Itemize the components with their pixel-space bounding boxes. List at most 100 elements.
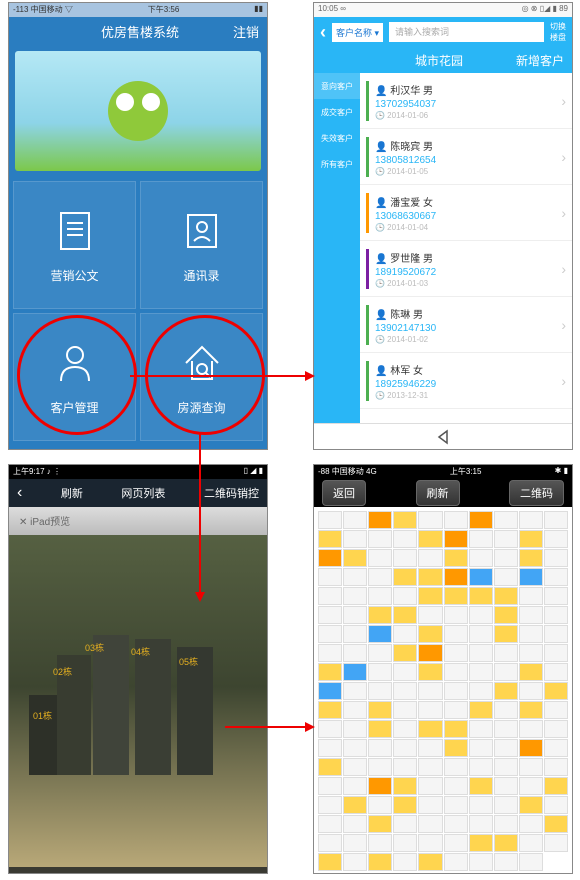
sidebar-item-invalid[interactable]: 失效客户 [314,125,360,151]
unit-cell[interactable] [368,834,392,852]
unit-cell[interactable] [544,568,568,586]
unit-cell[interactable] [444,815,468,833]
unit-cell[interactable] [469,853,493,871]
unit-cell[interactable] [368,625,392,643]
unit-cell[interactable] [343,625,367,643]
qr-button[interactable]: 二维码 [509,480,564,506]
unit-cell[interactable] [343,682,367,700]
unit-cell[interactable] [343,644,367,662]
unit-cell[interactable] [494,606,518,624]
unit-cell[interactable] [519,644,543,662]
unit-cell[interactable] [519,758,543,776]
unit-cell[interactable] [418,701,442,719]
unit-cell[interactable] [519,530,543,548]
unit-cell[interactable] [519,701,543,719]
back-button[interactable]: ‹ [17,484,22,502]
unit-cell[interactable] [494,663,518,681]
unit-cell[interactable] [444,758,468,776]
unit-cell[interactable] [494,644,518,662]
building-label[interactable]: 04栋 [131,645,150,658]
unit-cell[interactable] [469,758,493,776]
unit-cell[interactable] [469,739,493,757]
unit-cell[interactable] [393,796,417,814]
unit-cell[interactable] [393,682,417,700]
unit-cell[interactable] [544,663,568,681]
unit-cell[interactable] [343,701,367,719]
unit-grid[interactable] [314,507,572,874]
refresh-button[interactable]: 刷新 [416,480,460,506]
unit-cell[interactable] [393,568,417,586]
unit-cell[interactable] [444,682,468,700]
building-label[interactable]: 02栋 [53,665,72,678]
unit-cell[interactable] [368,682,392,700]
unit-cell[interactable] [418,834,442,852]
back-button[interactable]: ‹ [320,22,326,43]
unit-cell[interactable] [368,701,392,719]
unit-cell[interactable] [343,815,367,833]
unit-cell[interactable] [418,720,442,738]
list-button[interactable]: 网页列表 [121,485,165,501]
unit-cell[interactable] [544,720,568,738]
unit-cell[interactable] [368,739,392,757]
unit-cell[interactable] [318,625,342,643]
unit-cell[interactable] [343,587,367,605]
unit-cell[interactable] [444,606,468,624]
unit-cell[interactable] [343,796,367,814]
unit-cell[interactable] [444,625,468,643]
unit-cell[interactable] [494,682,518,700]
unit-cell[interactable] [519,796,543,814]
unit-cell[interactable] [544,682,568,700]
unit-cell[interactable] [494,739,518,757]
customer-row[interactable]: 👤 陈琳 男 13902147130 🕒 2014-01-02 › [360,297,572,353]
nav-back-icon[interactable] [435,429,451,445]
unit-cell[interactable] [494,549,518,567]
unit-cell[interactable] [469,682,493,700]
unit-cell[interactable] [519,587,543,605]
unit-cell[interactable] [393,853,417,871]
unit-cell[interactable] [393,511,417,529]
unit-cell[interactable] [494,701,518,719]
unit-cell[interactable] [393,701,417,719]
unit-cell[interactable] [544,644,568,662]
unit-cell[interactable] [368,815,392,833]
unit-cell[interactable] [494,758,518,776]
unit-cell[interactable] [494,853,518,871]
unit-cell[interactable] [343,739,367,757]
customer-row[interactable]: 👤 潘宝爱 女 13068630667 🕒 2014-01-04 › [360,185,572,241]
unit-cell[interactable] [418,644,442,662]
unit-cell[interactable] [368,568,392,586]
unit-cell[interactable] [418,815,442,833]
sidebar-item-intent[interactable]: 意向客户 [314,73,360,99]
customer-phone[interactable]: 13068630667 [375,211,561,222]
unit-cell[interactable] [318,701,342,719]
unit-cell[interactable] [469,720,493,738]
unit-cell[interactable] [444,796,468,814]
unit-cell[interactable] [368,853,392,871]
unit-cell[interactable] [318,815,342,833]
unit-cell[interactable] [368,549,392,567]
unit-cell[interactable] [418,663,442,681]
back-button[interactable]: 返回 [322,480,366,506]
unit-cell[interactable] [393,644,417,662]
unit-cell[interactable] [469,530,493,548]
unit-cell[interactable] [393,777,417,795]
unit-cell[interactable] [418,739,442,757]
unit-cell[interactable] [444,644,468,662]
unit-cell[interactable] [519,834,543,852]
unit-cell[interactable] [318,758,342,776]
unit-cell[interactable] [418,587,442,605]
unit-cell[interactable] [519,777,543,795]
unit-cell[interactable] [418,777,442,795]
unit-cell[interactable] [469,701,493,719]
unit-cell[interactable] [343,606,367,624]
unit-cell[interactable] [318,606,342,624]
unit-cell[interactable] [343,853,367,871]
unit-cell[interactable] [368,663,392,681]
building-label[interactable]: 03栋 [85,641,104,654]
unit-cell[interactable] [318,682,342,700]
unit-cell[interactable] [494,815,518,833]
unit-cell[interactable] [318,568,342,586]
unit-cell[interactable] [418,549,442,567]
unit-cell[interactable] [544,549,568,567]
unit-cell[interactable] [494,777,518,795]
